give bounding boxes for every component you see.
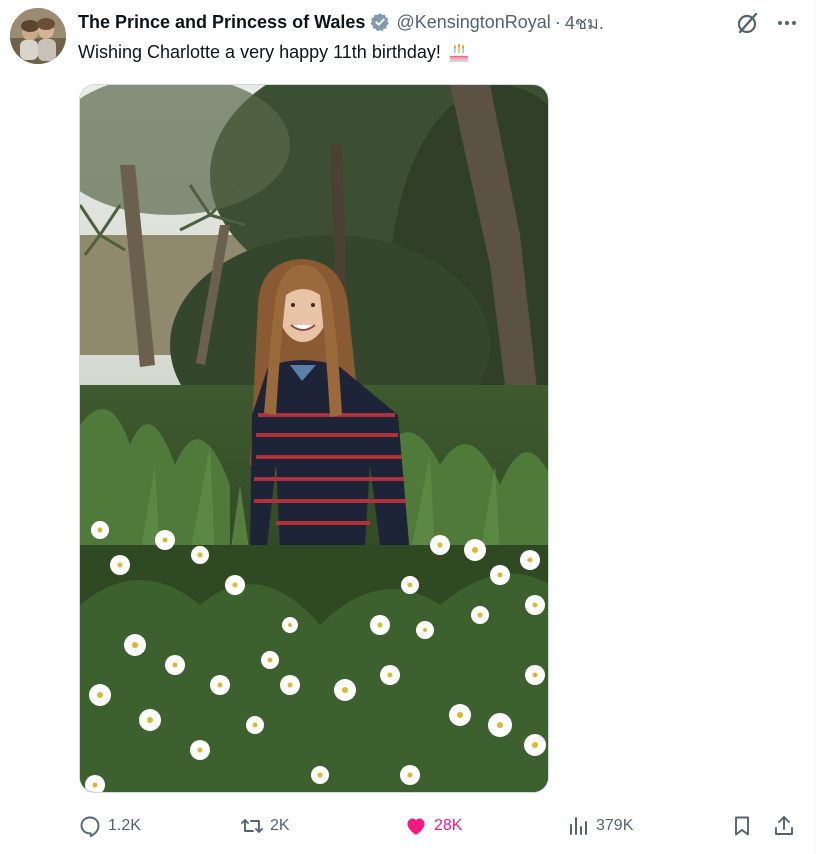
repost-icon — [241, 819, 263, 833]
bookmark-button[interactable] — [730, 812, 754, 840]
author-name[interactable]: The Prince and Princess of Wales — [78, 12, 365, 33]
post-photo[interactable] — [79, 84, 549, 793]
repost-count: 2K — [270, 817, 290, 834]
heart-filled-icon — [407, 818, 425, 835]
post-actions: 1.2K 2K 28K 379K — [0, 812, 820, 840]
post-header: The Prince and Princess of Wales @Kensin… — [78, 10, 604, 34]
analytics-icon — [570, 817, 587, 835]
like-count: 28K — [434, 817, 463, 834]
post-text-content: Wishing Charlotte a very happy 11th birt… — [78, 41, 441, 62]
avatar[interactable] — [10, 8, 66, 64]
author-handle[interactable]: @KensingtonRoyal — [396, 12, 550, 33]
more-options-icon[interactable] — [774, 10, 800, 36]
reply-button[interactable]: 1.2K — [78, 812, 141, 840]
share-icon — [775, 816, 793, 835]
view-count: 379K — [596, 817, 634, 834]
column-border — [814, 0, 815, 854]
reply-icon — [80, 816, 100, 837]
bookmark-icon — [735, 816, 749, 836]
reply-count: 1.2K — [108, 817, 141, 834]
verified-badge-icon — [370, 12, 390, 32]
like-button[interactable]: 28K — [404, 812, 462, 840]
post-text: Wishing Charlotte a very happy 11th birt… — [78, 40, 471, 64]
views-button[interactable]: 379K — [566, 812, 633, 840]
repost-button[interactable]: 2K — [240, 812, 290, 840]
birthday-cake-icon — [447, 40, 471, 64]
post-timestamp[interactable]: 4ชม. — [565, 8, 604, 37]
grok-icon[interactable] — [735, 10, 761, 36]
share-button[interactable] — [772, 812, 796, 840]
separator-dot: · — [554, 11, 561, 32]
